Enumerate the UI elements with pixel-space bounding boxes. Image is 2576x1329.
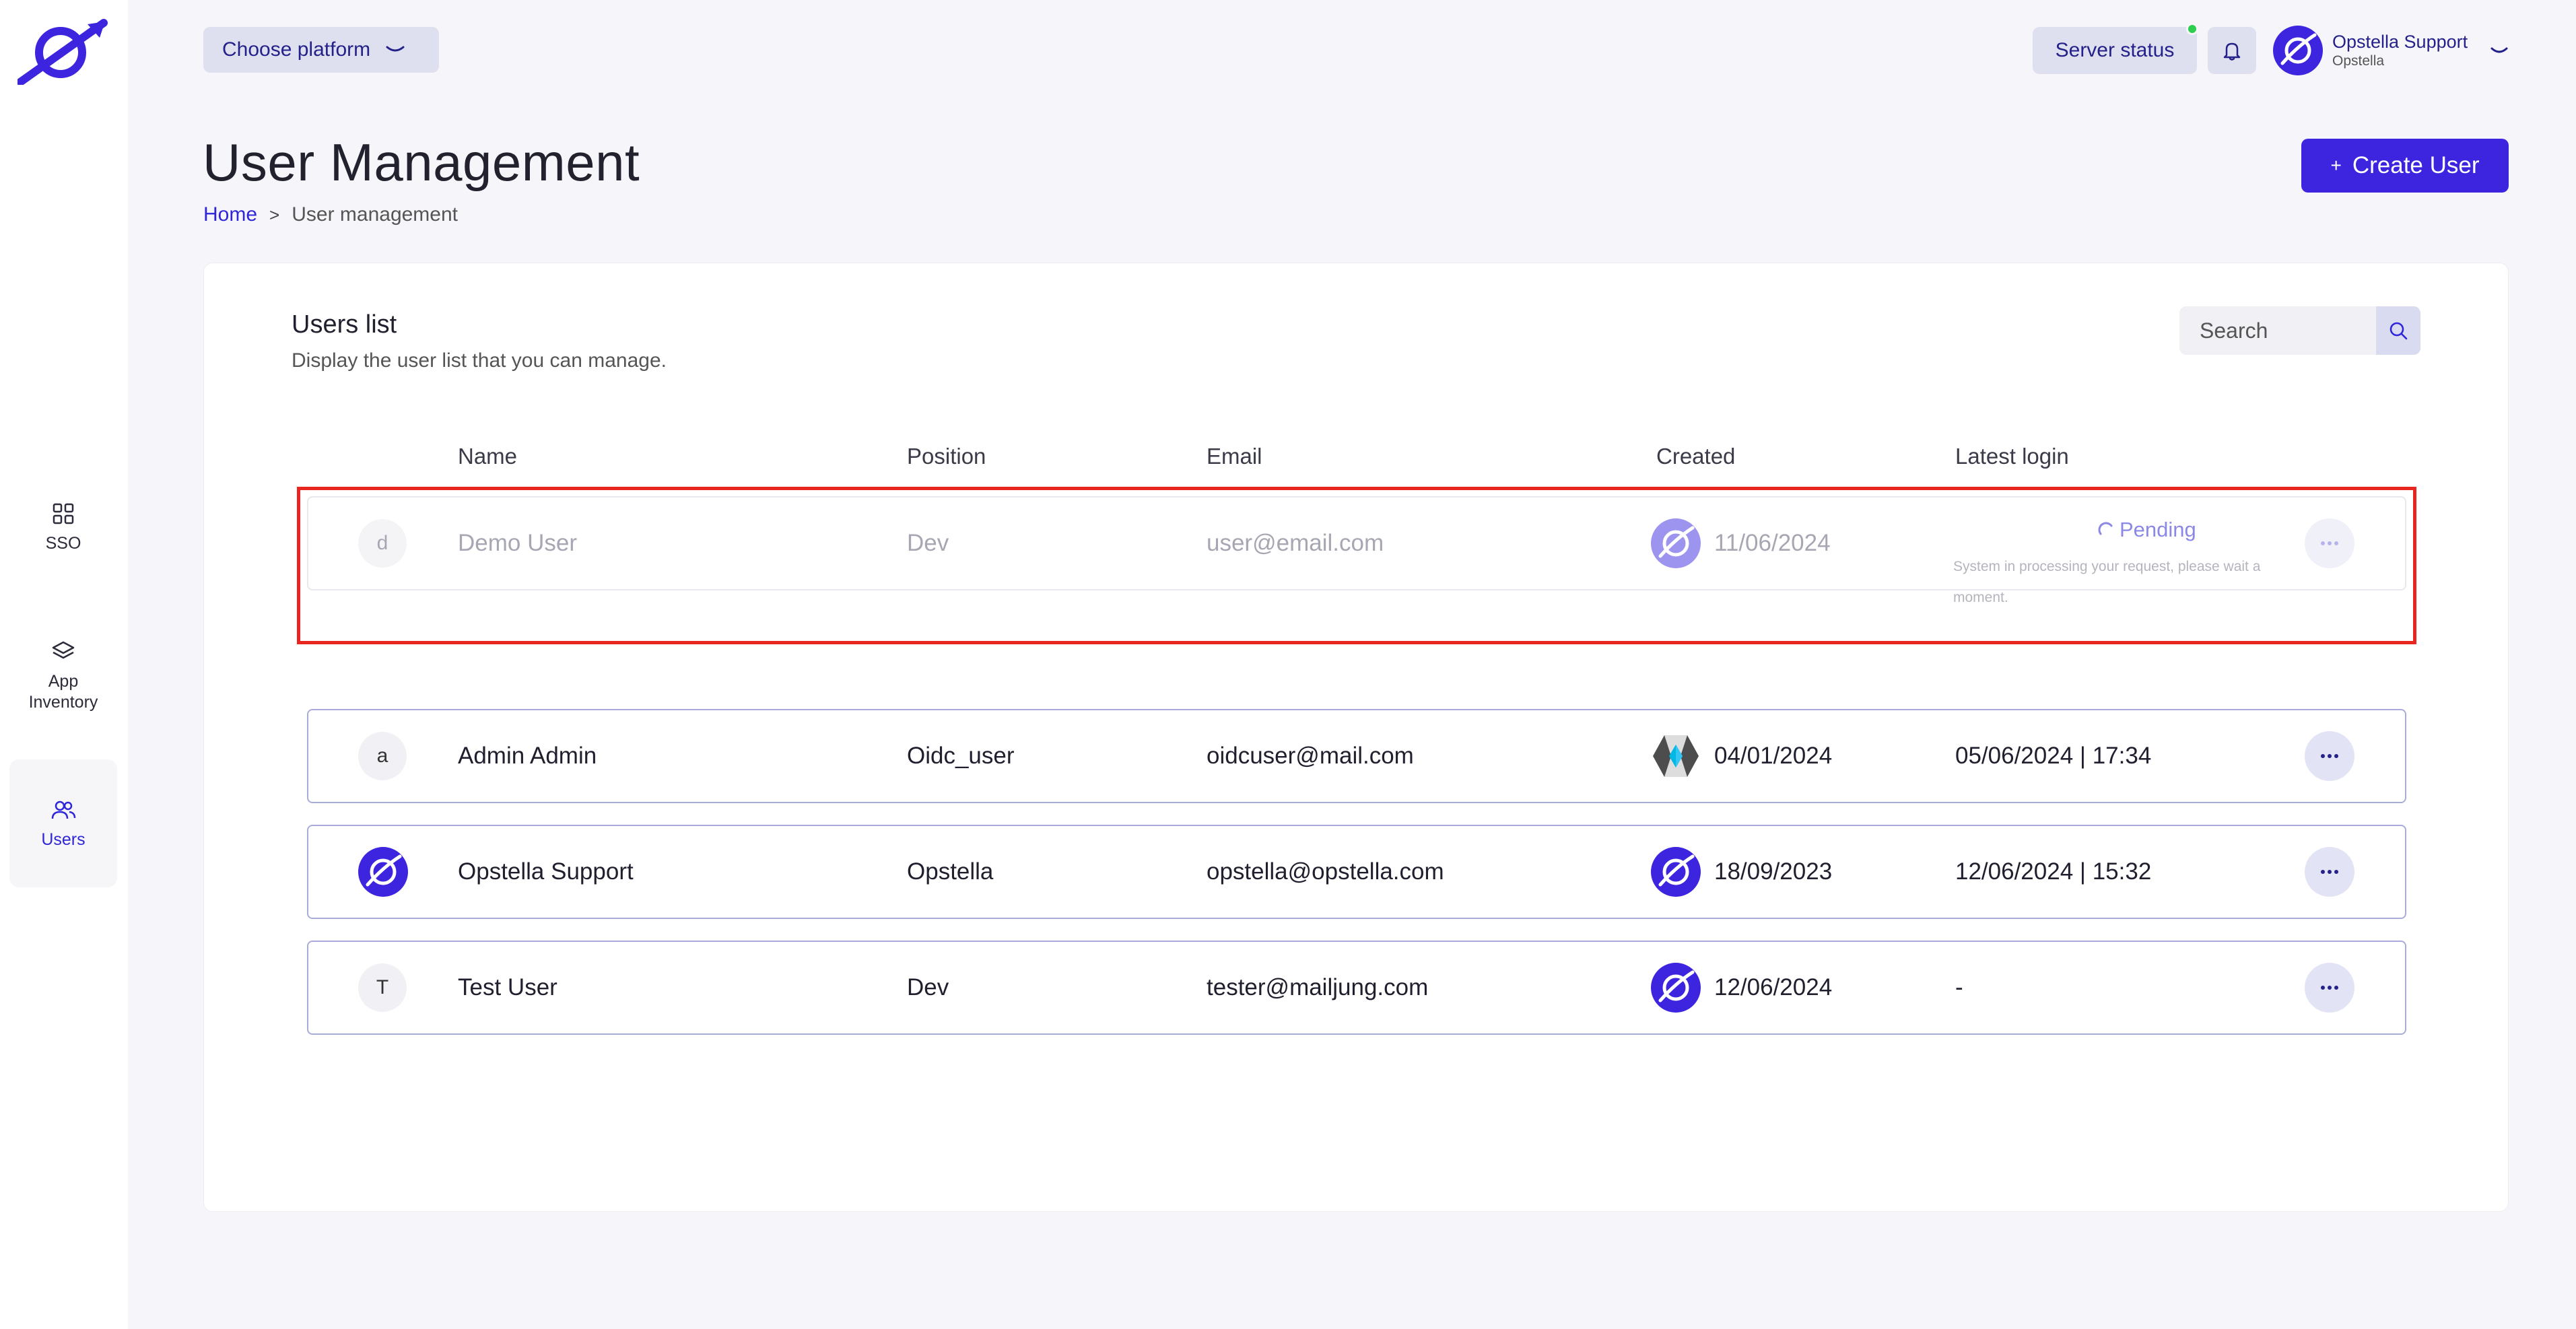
server-status-label: Server status: [2055, 39, 2175, 61]
sidebar-item-label: App Inventory: [28, 672, 98, 712]
account-org: Opstella: [2332, 53, 2385, 69]
server-status-button[interactable]: Server status: [2033, 23, 2198, 74]
more-horizontal-icon: [2321, 754, 2338, 758]
platform-label: Choose platform: [222, 38, 371, 61]
card-title: Users list: [292, 310, 397, 339]
create-user-label: Create User: [2352, 152, 2480, 178]
breadcrumb: Home > User management: [203, 203, 458, 226]
user-created-date: 11/06/2024: [1714, 530, 1831, 556]
user-position: Opstella: [907, 858, 994, 885]
keycloak-source-icon: [1651, 731, 1701, 781]
status-indicator-dot: [2186, 23, 2198, 35]
user-position: Oidc_user: [907, 743, 1015, 769]
user-initial-avatar: a: [358, 732, 407, 780]
users-list-card: Users list Display the user list that yo…: [203, 263, 2509, 1212]
user-latest-login: 05/06/2024 | 17:34: [1955, 743, 2152, 769]
column-header-name: Name: [458, 444, 518, 469]
pending-note: System in processing your request, pleas…: [1953, 559, 2261, 605]
user-name: Test User: [458, 974, 557, 1000]
more-horizontal-icon: [2321, 541, 2338, 545]
search-icon: [2389, 322, 2408, 340]
column-header-position: Position: [907, 444, 986, 469]
table-row[interactable]: Opstella Support Opstella opstella@opste…: [307, 825, 2406, 919]
opstella-source-icon: [1651, 963, 1701, 1013]
user-email: opstella@opstella.com: [1207, 858, 1444, 885]
column-header-email: Email: [1207, 444, 1262, 469]
user-email: tester@mailjung.com: [1207, 974, 1429, 1000]
page-title: User Management: [203, 133, 640, 192]
row-actions-button[interactable]: [2305, 518, 2354, 568]
user-latest-login: 12/06/2024 | 15:32: [1955, 858, 2152, 885]
user-created-date: 12/06/2024: [1714, 974, 1833, 1000]
row-actions-button[interactable]: [2305, 847, 2354, 897]
sidebar-item-label: SSO: [45, 533, 81, 553]
spinner-icon: [2098, 522, 2113, 535]
user-email: oidcuser@mail.com: [1207, 743, 1414, 769]
table-row[interactable]: d Demo User Dev user@email.com 11/06/202…: [307, 496, 2406, 605]
notifications-button[interactable]: [2208, 27, 2256, 74]
sidebar-item-users[interactable]: Users: [9, 759, 117, 887]
sidebar-item-sso[interactable]: SSO: [9, 490, 117, 564]
column-header-latest-login: Latest login: [1955, 444, 2069, 469]
sidebar-item-label: Users: [41, 829, 86, 849]
breadcrumb-separator: >: [269, 204, 280, 225]
column-header-created: Created: [1656, 444, 1736, 469]
choose-platform-dropdown[interactable]: Choose platform: [203, 27, 439, 73]
user-name: Demo User: [458, 530, 577, 556]
table-row[interactable]: T Test User Dev tester@mailjung.com 12/0…: [307, 941, 2406, 1035]
user-name: Opstella Support: [458, 858, 634, 885]
more-horizontal-icon: [2321, 870, 2338, 874]
chevron-down-icon: [386, 46, 405, 52]
search-input[interactable]: [2179, 306, 2375, 355]
user-initial-avatar: T: [358, 963, 407, 1012]
bell-icon: [2223, 42, 2241, 61]
users-icon: [51, 800, 76, 819]
user-email: user@email.com: [1207, 530, 1384, 556]
opstella-source-icon: [1651, 847, 1701, 897]
avatar: [358, 847, 408, 897]
user-created-date: 18/09/2023: [1714, 858, 1833, 885]
more-horizontal-icon: [2321, 986, 2338, 990]
sidebar-item-app-inventory[interactable]: App Inventory: [9, 630, 117, 722]
user-account-menu[interactable]: Opstella Support Opstella: [2273, 24, 2509, 77]
pending-status: Pending: [2097, 518, 2196, 542]
user-initial-avatar: d: [358, 519, 407, 568]
opstella-logo-icon[interactable]: [18, 18, 108, 85]
sidebar: SSO App Inventory Users: [0, 0, 128, 1329]
breadcrumb-home-link[interactable]: Home: [203, 203, 257, 226]
user-name: Admin Admin: [458, 743, 597, 769]
chevron-down-icon: [2490, 47, 2508, 53]
grid-icon: [53, 503, 74, 524]
pending-label: Pending: [2120, 518, 2196, 541]
search-box: [2179, 306, 2420, 355]
layers-icon: [52, 641, 75, 659]
card-subtitle: Display the user list that you can manag…: [292, 349, 667, 372]
avatar: [2273, 26, 2323, 75]
search-button[interactable]: [2376, 306, 2420, 355]
create-user-button[interactable]: + Create User: [2301, 139, 2509, 193]
user-position: Dev: [907, 974, 949, 1000]
breadcrumb-current: User management: [292, 203, 459, 226]
row-actions-button[interactable]: [2305, 963, 2354, 1013]
plus-icon: +: [2330, 155, 2342, 176]
opstella-source-icon: [1651, 518, 1701, 568]
account-name: Opstella Support: [2332, 32, 2468, 52]
table-row[interactable]: a Admin Admin Oidc_user oidcuser@mail.co…: [307, 709, 2406, 803]
row-actions-button[interactable]: [2305, 731, 2354, 781]
user-latest-login: -: [1955, 974, 1963, 1000]
user-created-date: 04/01/2024: [1714, 743, 1833, 769]
user-position: Dev: [907, 530, 949, 556]
